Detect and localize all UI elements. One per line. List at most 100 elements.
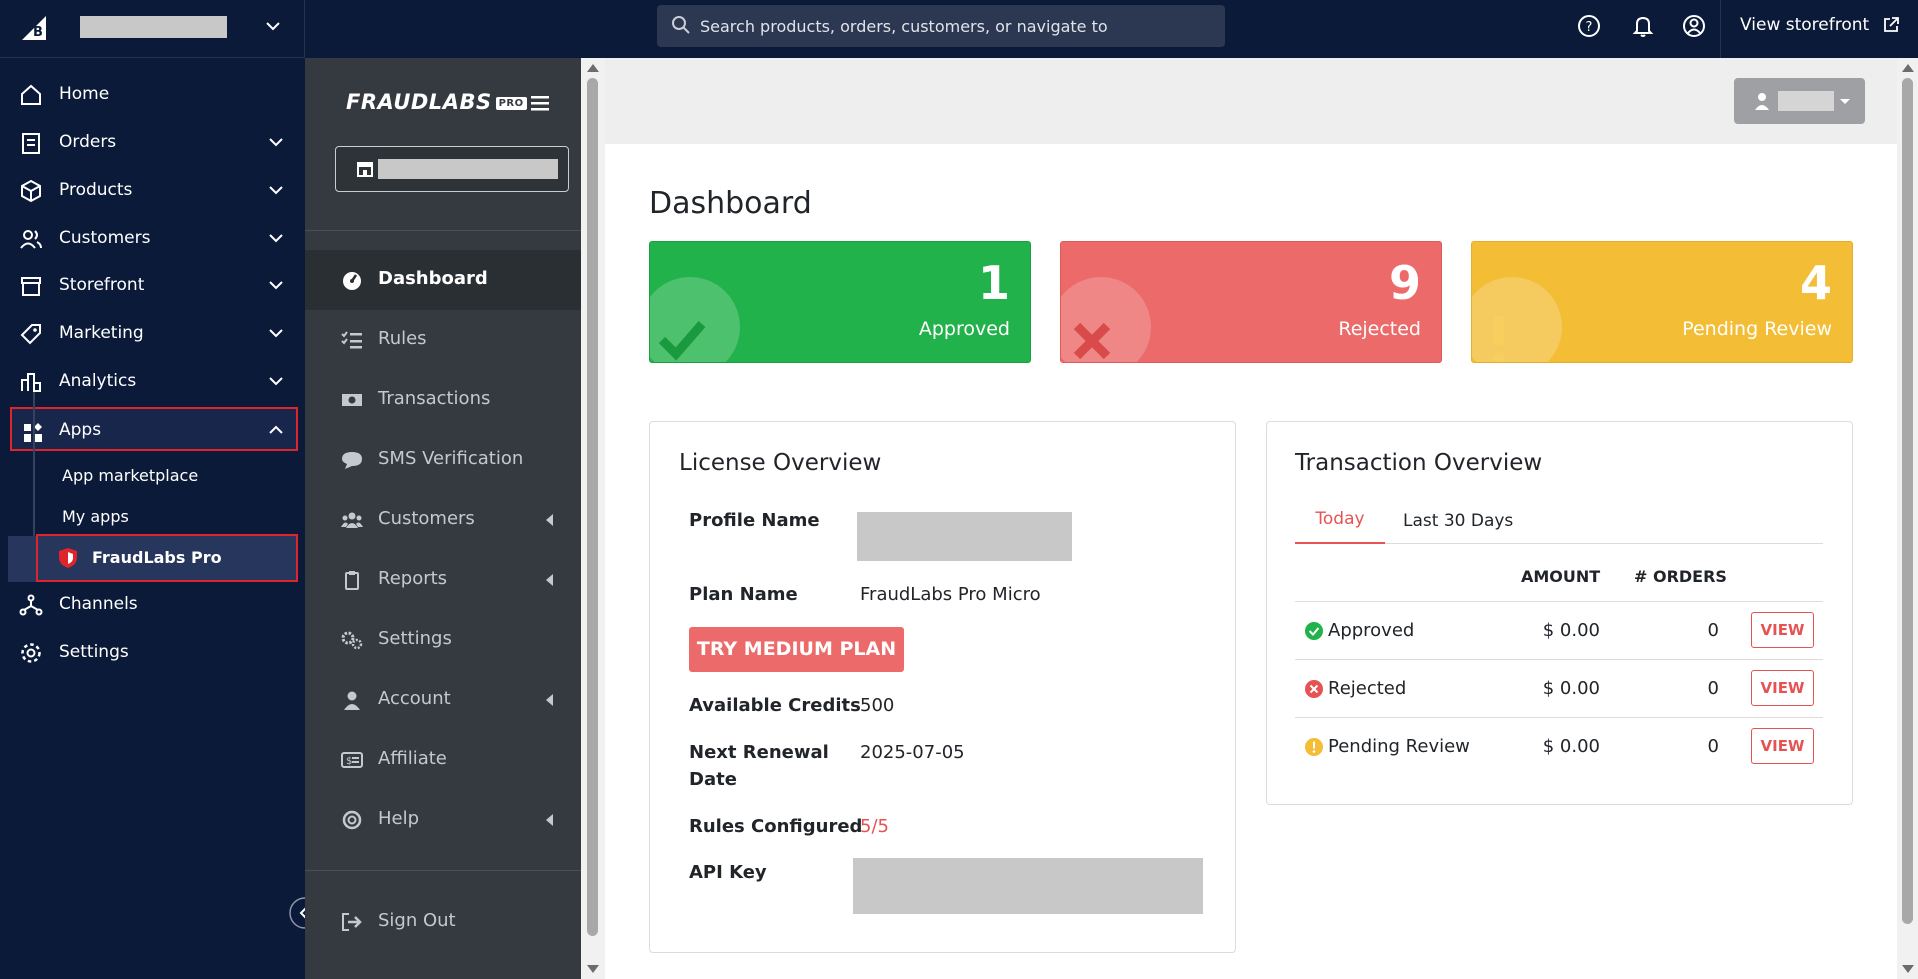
scrollbar-thumb[interactable] [587,78,598,936]
chevron-down-icon [269,186,283,195]
credits-label: Available Credits [689,695,861,716]
status-label: Approved [1328,620,1415,641]
external-link-icon[interactable] [1882,16,1900,34]
sidebar-subitem-app-marketplace[interactable]: App marketplace [62,466,198,485]
sidebar-item-orders[interactable]: Orders [0,119,305,165]
app-nav-affiliate[interactable]: $ Affiliate [305,730,581,790]
submenu-guide-line [33,392,35,552]
search-icon [672,16,690,34]
transaction-overview-title: Transaction Overview [1295,450,1543,476]
view-button[interactable]: VIEW [1751,612,1814,648]
sidebar-subitem-my-apps[interactable]: My apps [62,507,129,526]
store-name-redacted [80,16,227,38]
scrollbar-thumb[interactable] [1902,78,1913,924]
table-row: Rejected $ 0.00 0 VIEW [1295,659,1823,717]
column-header-amount: AMOUNT [1521,567,1601,586]
user-menu-button[interactable] [1734,78,1865,124]
view-storefront-link[interactable]: View storefront [1740,15,1869,35]
bell-icon[interactable] [1630,13,1656,39]
main-scrollbar[interactable] [1897,58,1918,979]
view-button[interactable]: VIEW [1751,728,1814,764]
app-nav-label: Account [378,688,451,709]
hamburger-menu-icon[interactable] [531,95,549,111]
user-icon [1755,93,1769,110]
check-icon [658,321,706,361]
sidebar-item-settings[interactable]: Settings [0,629,305,675]
analytics-icon [21,373,41,392]
chevron-down-icon [269,281,283,290]
plan-name-value: FraudLabs Pro Micro [860,584,1041,605]
sign-out-icon [342,913,362,931]
fraudlabs-shield-icon [59,548,77,568]
caret-left-icon [546,574,553,586]
tab-last-30-days[interactable]: Last 30 Days [1403,511,1513,531]
app-nav-label: Sign Out [378,910,456,931]
app-nav-sms-verification[interactable]: SMS Verification [305,430,581,490]
chevron-down-icon[interactable] [265,18,281,34]
sidebar-item-customers[interactable]: Customers [0,215,305,261]
chevron-down-icon [269,138,283,147]
app-nav-label: SMS Verification [378,448,524,469]
help-icon[interactable]: ? [1576,13,1602,39]
scroll-up-arrow[interactable] [587,64,599,72]
reports-icon [345,571,359,590]
credits-value: 500 [860,695,895,716]
orders-value: 0 [1707,620,1719,641]
orders-value: 0 [1707,736,1719,757]
bigcommerce-logo-icon[interactable]: B [18,12,48,42]
caret-left-icon [546,514,553,526]
app-nav-sign-out[interactable]: Sign Out [305,892,581,952]
license-overview-title: License Overview [679,450,882,476]
sidebar-item-label: Apps [59,420,102,440]
renewal-label-line2: Date [689,769,737,790]
chevron-down-icon [269,377,283,386]
table-row: Approved $ 0.00 0 VIEW [1295,601,1823,659]
sidebar-item-storefront[interactable]: Storefront [0,262,305,308]
rules-configured-link[interactable]: 5/5 [860,816,889,837]
stat-card-rejected: 9 Rejected [1060,241,1442,363]
sidebar-item-products[interactable]: Products [0,167,305,213]
scroll-down-arrow[interactable] [1902,965,1914,973]
app-nav-customers[interactable]: Customers [305,490,581,550]
sidebar-subitem-label: FraudLabs Pro [92,548,222,567]
global-search[interactable]: Search products, orders, customers, or n… [657,5,1225,47]
account-icon[interactable] [1681,13,1707,39]
app-nav-label: Transactions [378,388,491,409]
exclamation-circle-icon [1305,738,1323,756]
orders-value: 0 [1707,678,1719,699]
sidebar-item-analytics[interactable]: Analytics [0,358,305,404]
scroll-down-arrow[interactable] [587,965,599,973]
api-key-label: API Key [689,862,767,883]
app-nav-settings[interactable]: Settings [305,610,581,670]
app-nav-reports[interactable]: Reports [305,550,581,610]
sidebar-item-apps[interactable]: Apps [10,407,298,451]
sidebar-item-marketing[interactable]: Marketing [0,310,305,356]
sidebar-item-label: Products [59,180,133,200]
app-sidebar-scrollbar[interactable] [581,58,605,979]
sidebar-item-label: Settings [59,642,129,662]
tab-today[interactable]: Today [1295,509,1385,544]
app-nav-account[interactable]: Account [305,670,581,730]
app-nav-rules[interactable]: Rules [305,310,581,370]
sidebar-item-home[interactable]: Home [0,71,305,117]
transactions-icon [342,394,362,406]
renewal-value: 2025-07-05 [860,742,965,763]
status-label: Pending Review [1328,736,1470,757]
view-button[interactable]: VIEW [1751,670,1814,706]
try-medium-plan-button[interactable]: TRY MEDIUM PLAN [689,627,904,672]
stat-value: 1 [977,256,1010,310]
app-nav-help[interactable]: Help [305,790,581,850]
fraudlabs-logo[interactable]: FRAUDLABS PRO [346,90,527,114]
app-nav-label: Customers [378,508,475,529]
app-nav-transactions[interactable]: Transactions [305,370,581,430]
username-redacted [1778,91,1834,111]
app-nav-label: Dashboard [378,268,488,289]
app-nav-label: Help [378,808,420,829]
sidebar-item-channels[interactable]: Channels [0,581,305,627]
store-selector[interactable] [335,146,569,192]
orders-icon [22,133,40,154]
storefront-icon [21,277,41,296]
store-switcher[interactable]: B [0,0,305,58]
app-nav-dashboard[interactable]: Dashboard [305,250,581,310]
scroll-up-arrow[interactable] [1902,64,1914,72]
